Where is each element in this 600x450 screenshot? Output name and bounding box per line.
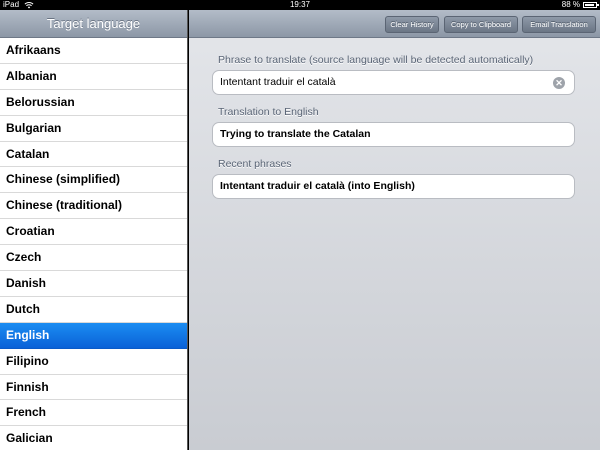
clear-icon[interactable]: ✕ bbox=[553, 77, 565, 89]
language-item[interactable]: English bbox=[0, 322, 187, 349]
language-list: Afrikaans Albanian Belorussian Bulgarian Cat… bbox=[0, 38, 187, 450]
language-item[interactable]: French bbox=[0, 400, 187, 427]
language-item[interactable]: Belorussian bbox=[0, 90, 187, 116]
toolbar: Clear History Copy to Clipboard Email Tr… bbox=[189, 10, 600, 38]
language-item[interactable]: Czech bbox=[0, 245, 187, 272]
recent-phrases-label: Recent phrases bbox=[218, 158, 292, 170]
status-bar: iPad 19:37 88 % bbox=[0, 0, 600, 10]
translation-label: Translation to English bbox=[218, 106, 319, 118]
translation-output[interactable]: Trying to translate the Catalan bbox=[212, 122, 575, 147]
copy-to-clipboard-button[interactable]: Copy to Clipboard bbox=[444, 16, 518, 33]
battery-icon bbox=[583, 2, 599, 8]
language-item[interactable]: Danish bbox=[0, 271, 187, 297]
language-item[interactable]: Bulgarian bbox=[0, 116, 187, 142]
clock: 19:37 bbox=[289, 0, 311, 9]
recent-phrase-item[interactable]: Intentant traduir el català (into Englis… bbox=[212, 174, 575, 199]
battery-percentage: 88 % bbox=[561, 0, 580, 9]
language-item[interactable]: Albanian bbox=[0, 64, 187, 90]
target-language-title: Target language bbox=[0, 10, 187, 38]
translation-panel: Clear History Copy to Clipboard Email Tr… bbox=[189, 10, 600, 450]
phrase-input[interactable]: Intentant traduir el català ✕ bbox=[212, 70, 575, 95]
language-item[interactable]: Afrikaans bbox=[0, 38, 187, 64]
language-item[interactable]: Galician bbox=[0, 426, 187, 450]
phrase-label: Phrase to translate (source language wil… bbox=[218, 54, 534, 66]
language-item[interactable]: Filipino bbox=[0, 349, 187, 375]
translation-output-value: Trying to translate the Catalan bbox=[220, 128, 371, 140]
clear-history-button[interactable]: Clear History bbox=[385, 16, 439, 33]
language-item[interactable]: Chinese (traditional) bbox=[0, 193, 187, 220]
target-language-panel: Target language Afrikaans Albanian Belorus… bbox=[0, 10, 188, 450]
language-item[interactable]: Catalan bbox=[0, 142, 187, 168]
language-item[interactable]: Finnish bbox=[0, 375, 187, 401]
language-item[interactable]: Chinese (simplified) bbox=[0, 167, 187, 194]
email-translation-button[interactable]: Email Translation bbox=[522, 16, 596, 33]
language-item[interactable]: Dutch bbox=[0, 297, 187, 323]
language-item[interactable]: Croatian bbox=[0, 219, 187, 246]
phrase-input-value: Intentant traduir el català bbox=[220, 76, 336, 88]
